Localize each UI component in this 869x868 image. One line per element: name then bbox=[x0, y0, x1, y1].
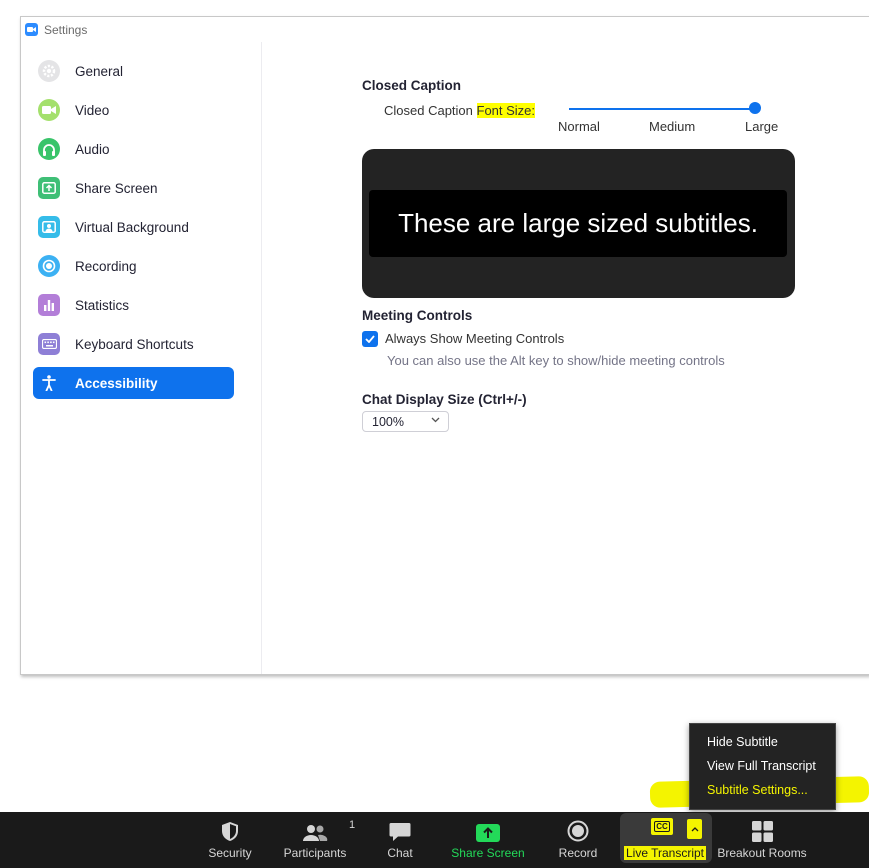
meeting-controls-hint: You can also use the Alt key to show/hid… bbox=[387, 353, 725, 368]
settings-window: Settings General Video Audio Share Scree… bbox=[20, 16, 869, 675]
chat-bubble-icon bbox=[389, 812, 411, 842]
sidebar-item-video[interactable]: Video bbox=[33, 94, 234, 126]
slider-tick-large: Large bbox=[745, 119, 779, 134]
chevron-up-icon[interactable] bbox=[687, 819, 702, 839]
sidebar-item-label: Statistics bbox=[75, 297, 130, 313]
slider-tick-normal: Normal bbox=[558, 119, 600, 134]
title-bar: Settings bbox=[21, 17, 869, 42]
toolbar-label: Share Screen bbox=[451, 846, 525, 860]
toolbar-label: Live Transcript bbox=[623, 846, 707, 860]
sidebar-item-label: Share Screen bbox=[75, 180, 158, 196]
participants-icon: 1 bbox=[302, 812, 355, 842]
sidebar-item-audio[interactable]: Audio bbox=[33, 133, 234, 165]
slider-tick-medium: Medium bbox=[649, 119, 696, 134]
gear-icon bbox=[38, 60, 60, 82]
toolbar-chat-button[interactable]: Chat bbox=[379, 812, 421, 868]
meeting-controls-heading: Meeting Controls bbox=[362, 308, 473, 323]
sidebar-item-label: Virtual Background bbox=[75, 219, 189, 235]
font-size-slider-track[interactable] bbox=[569, 108, 753, 110]
toolbar-label: Breakout Rooms bbox=[717, 846, 807, 860]
cc-icon-text: CC bbox=[654, 821, 670, 832]
toolbar-record-button[interactable]: Record bbox=[555, 812, 601, 868]
sidebar-item-label: Video bbox=[75, 102, 110, 118]
toolbar-security-button[interactable]: Security bbox=[203, 812, 257, 868]
record-icon bbox=[567, 812, 589, 842]
font-size-slider-knob[interactable] bbox=[749, 102, 761, 114]
closed-caption-heading: Closed Caption bbox=[362, 78, 462, 93]
sidebar-item-statistics[interactable]: Statistics bbox=[33, 289, 234, 321]
person-icon bbox=[38, 216, 60, 238]
chat-display-size-value: 100% bbox=[372, 414, 404, 429]
sidebar-item-label: Recording bbox=[75, 258, 137, 274]
sidebar-item-virtual-background[interactable]: Virtual Background bbox=[33, 211, 234, 243]
sidebar-item-general[interactable]: General bbox=[33, 55, 234, 87]
toolbar-live-transcript-button[interactable]: CC Live Transcript bbox=[623, 812, 707, 868]
bar-chart-icon bbox=[38, 294, 60, 316]
video-icon bbox=[38, 99, 60, 121]
menu-item-subtitle-settings[interactable]: Subtitle Settings... bbox=[707, 783, 808, 797]
headphones-icon bbox=[38, 138, 60, 160]
share-screen-icon bbox=[476, 812, 500, 842]
share-screen-icon bbox=[38, 177, 60, 199]
font-size-label-highlighted: Font Size: bbox=[476, 103, 536, 118]
sidebar-item-keyboard-shortcuts[interactable]: Keyboard Shortcuts bbox=[33, 328, 234, 360]
font-size-label-prefix: Closed Caption bbox=[384, 103, 477, 118]
toolbar-label: Security bbox=[208, 846, 252, 860]
record-icon bbox=[38, 255, 60, 277]
sidebar-item-label: Keyboard Shortcuts bbox=[75, 336, 194, 352]
settings-sidebar: General Video Audio Share Screen Virtual… bbox=[21, 42, 262, 674]
window-title: Settings bbox=[44, 22, 88, 37]
menu-item-hide-subtitle[interactable]: Hide Subtitle bbox=[707, 735, 778, 749]
sidebar-item-label: General bbox=[75, 63, 124, 79]
shield-icon bbox=[221, 812, 239, 842]
sidebar-item-label: Audio bbox=[75, 141, 110, 157]
live-transcript-icon-row: CC bbox=[624, 812, 706, 842]
zoom-app-icon bbox=[25, 23, 38, 36]
keyboard-icon bbox=[38, 333, 60, 355]
subtitle-menu: Hide Subtitle View Full Transcript Subti… bbox=[689, 723, 836, 810]
participant-count: 1 bbox=[349, 819, 356, 831]
toolbar-breakout-rooms-button[interactable]: Breakout Rooms bbox=[716, 812, 808, 868]
caption-preview: These are large sized subtitles. bbox=[362, 149, 795, 298]
checkmark-icon bbox=[365, 335, 375, 343]
sidebar-item-label: Accessibility bbox=[75, 375, 158, 391]
accessibility-panel: Closed Caption Closed Caption Font Size:… bbox=[362, 42, 869, 674]
menu-item-view-full-transcript[interactable]: View Full Transcript bbox=[707, 759, 816, 773]
sidebar-item-accessibility[interactable]: Accessibility bbox=[33, 367, 234, 399]
always-show-controls-checkbox[interactable] bbox=[362, 331, 378, 347]
toolbar-label: Participants bbox=[283, 846, 347, 860]
chat-display-size-select[interactable]: 100% bbox=[362, 411, 449, 432]
accessibility-icon bbox=[38, 372, 60, 394]
toolbar-label: Record bbox=[558, 846, 598, 860]
sidebar-item-recording[interactable]: Recording bbox=[33, 250, 234, 282]
chat-display-size-heading: Chat Display Size (Ctrl+/-) bbox=[362, 392, 527, 407]
toolbar-share-screen-button[interactable]: Share Screen bbox=[450, 812, 526, 868]
sidebar-item-share-screen[interactable]: Share Screen bbox=[33, 172, 234, 204]
always-show-controls-label[interactable]: Always Show Meeting Controls bbox=[385, 331, 564, 346]
toolbar-participants-button[interactable]: 1 Participants bbox=[281, 812, 355, 868]
caption-preview-text: These are large sized subtitles. bbox=[369, 190, 787, 257]
toolbar-label: Chat bbox=[387, 846, 413, 860]
cc-icon: CC bbox=[651, 818, 673, 835]
font-size-label: Closed Caption Font Size: bbox=[384, 103, 536, 118]
breakout-rooms-icon bbox=[751, 812, 773, 842]
chevron-down-icon bbox=[431, 417, 440, 423]
